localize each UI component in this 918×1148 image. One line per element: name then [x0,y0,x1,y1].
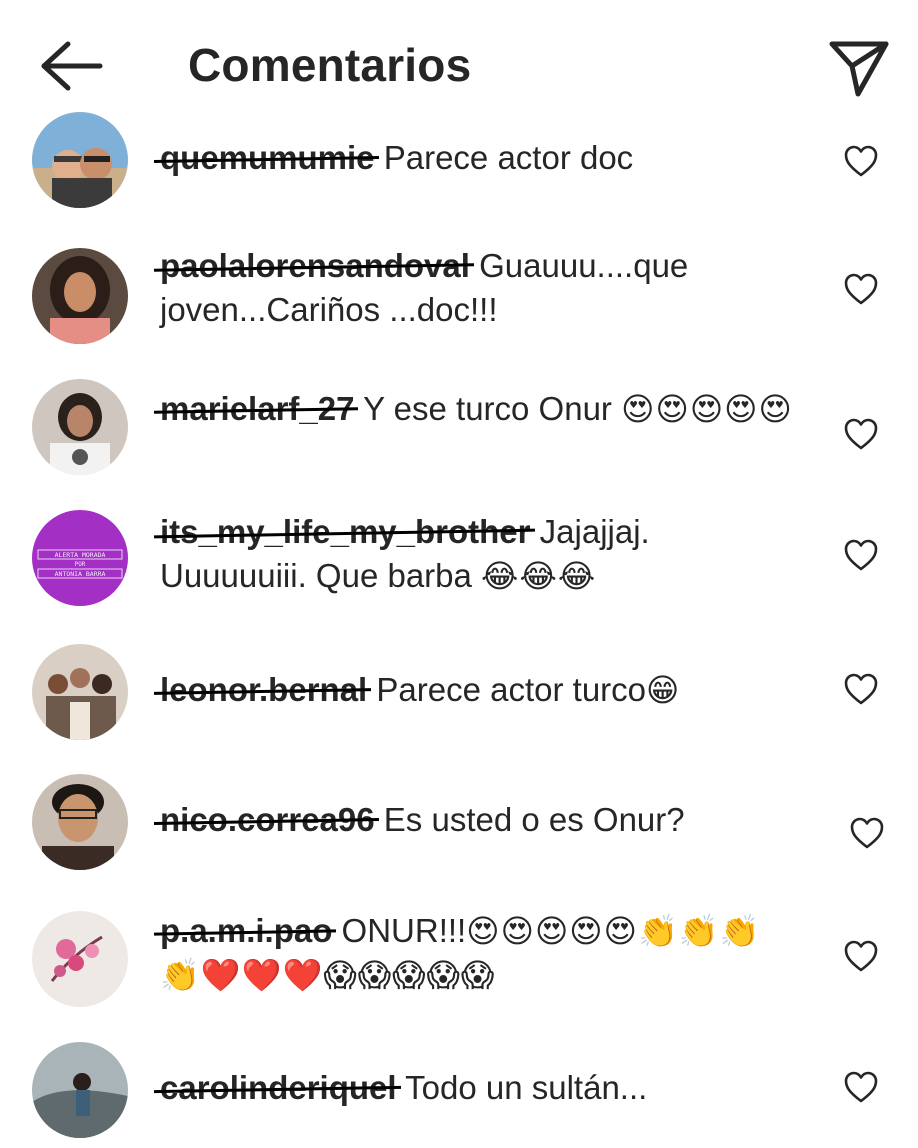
avatar[interactable] [32,379,128,475]
comment-row: quemumumie Parece actor doc [0,108,918,218]
avatar-photo [32,911,128,1007]
avatar[interactable] [32,644,128,740]
comment-row: p.a.m.i.pao ONUR!!!😍😍😍😍😍👏👏👏👏❤️❤️❤️😱😱😱😱😱 [0,905,918,1025]
comment-username[interactable]: carolinderiquel [160,1066,397,1110]
comment-text: nico.correa96 Es usted o es Onur? [160,798,800,842]
comment-text: paolalorensandoval Guauuu....que joven..… [160,244,800,332]
comment-text: marielarf_27 Y ese turco Onur 😍😍😍😍😍 [160,387,800,431]
comment-body: Es usted o es Onur? [383,801,685,838]
avatar-logo: ALERTA MORADA POR ANTONIA BARRA [32,510,128,606]
comment-emoji: 😍😍😍😍😍 [621,391,793,427]
comment-row: leonor.bernal Parece actor turco😁 [0,642,918,752]
comment-row: nico.correa96 Es usted o es Onur? [0,770,918,880]
comment-username[interactable]: its_my_life_my_brother [160,510,531,554]
arrow-left-icon [41,41,103,91]
heart-icon [844,273,878,305]
avatar[interactable]: ALERTA MORADA POR ANTONIA BARRA [32,510,128,606]
logo-line-1: ALERTA MORADA [55,551,106,559]
heart-icon [850,817,884,849]
avatar-photo [32,112,128,208]
avatar[interactable] [32,774,128,870]
header-bar: Comentarios [0,0,918,118]
logo-line-2: POR [75,561,86,568]
like-button[interactable] [843,538,879,572]
comment-username[interactable]: quemumumie [160,136,375,180]
comment-body: Parece actor turco [376,671,647,708]
avatar-photo [32,1042,128,1138]
avatar[interactable] [32,911,128,1007]
comment-username[interactable]: marielarf_27 [160,387,354,431]
page-title: Comentarios [188,39,472,91]
avatar-photo [32,774,128,870]
avatar[interactable] [32,1042,128,1138]
comment-row: ALERTA MORADA POR ANTONIA BARRA its_my_l… [0,508,918,618]
avatar-photo [32,379,128,475]
comment-text: its_my_life_my_brother Jajajjaj. Uuuuuui… [160,510,800,598]
like-button[interactable] [843,939,879,973]
heart-icon [844,539,878,571]
avatar[interactable] [32,248,128,344]
avatar[interactable] [32,112,128,208]
comment-body: Parece actor doc [383,139,634,176]
heart-icon [844,673,878,705]
comment-emoji: 😁 [646,672,681,708]
comment-body: Y ese turco Onur [363,390,612,427]
avatar-photo [32,248,128,344]
heart-icon [844,418,878,450]
comment-row: marielarf_27 Y ese turco Onur 😍😍😍😍😍 [0,375,918,485]
comment-username[interactable]: paolalorensandoval [160,244,470,288]
heart-icon [844,145,878,177]
comment-row: carolinderiquel Todo un sultán... [0,1040,918,1148]
comment-emoji: 😂😂😂 [481,558,597,594]
comment-body: ONUR!!! [341,912,467,949]
share-button[interactable] [828,36,890,98]
heart-icon [844,1071,878,1103]
comment-username[interactable]: p.a.m.i.pao [160,909,332,953]
comment-username[interactable]: leonor.bernal [160,668,367,712]
paper-plane-icon [829,41,889,97]
comment-body: Todo un sultán... [405,1069,648,1106]
comment-text: p.a.m.i.pao ONUR!!!😍😍😍😍😍👏👏👏👏❤️❤️❤️😱😱😱😱😱 [160,909,800,997]
avatar-photo [32,644,128,740]
like-button[interactable] [843,1070,879,1104]
like-button[interactable] [843,417,879,451]
like-button[interactable] [843,672,879,706]
like-button[interactable] [843,272,879,306]
back-button[interactable] [38,38,104,94]
comment-username[interactable]: nico.correa96 [160,798,375,842]
comment-text: leonor.bernal Parece actor turco😁 [160,668,800,712]
heart-icon [844,940,878,972]
comment-row: paolalorensandoval Guauuu....que joven..… [0,236,918,356]
comment-text: carolinderiquel Todo un sultán... [160,1066,800,1110]
like-button[interactable] [843,144,879,178]
logo-line-3: ANTONIA BARRA [55,570,106,578]
comment-text: quemumumie Parece actor doc [160,136,800,180]
like-button[interactable] [849,816,885,850]
